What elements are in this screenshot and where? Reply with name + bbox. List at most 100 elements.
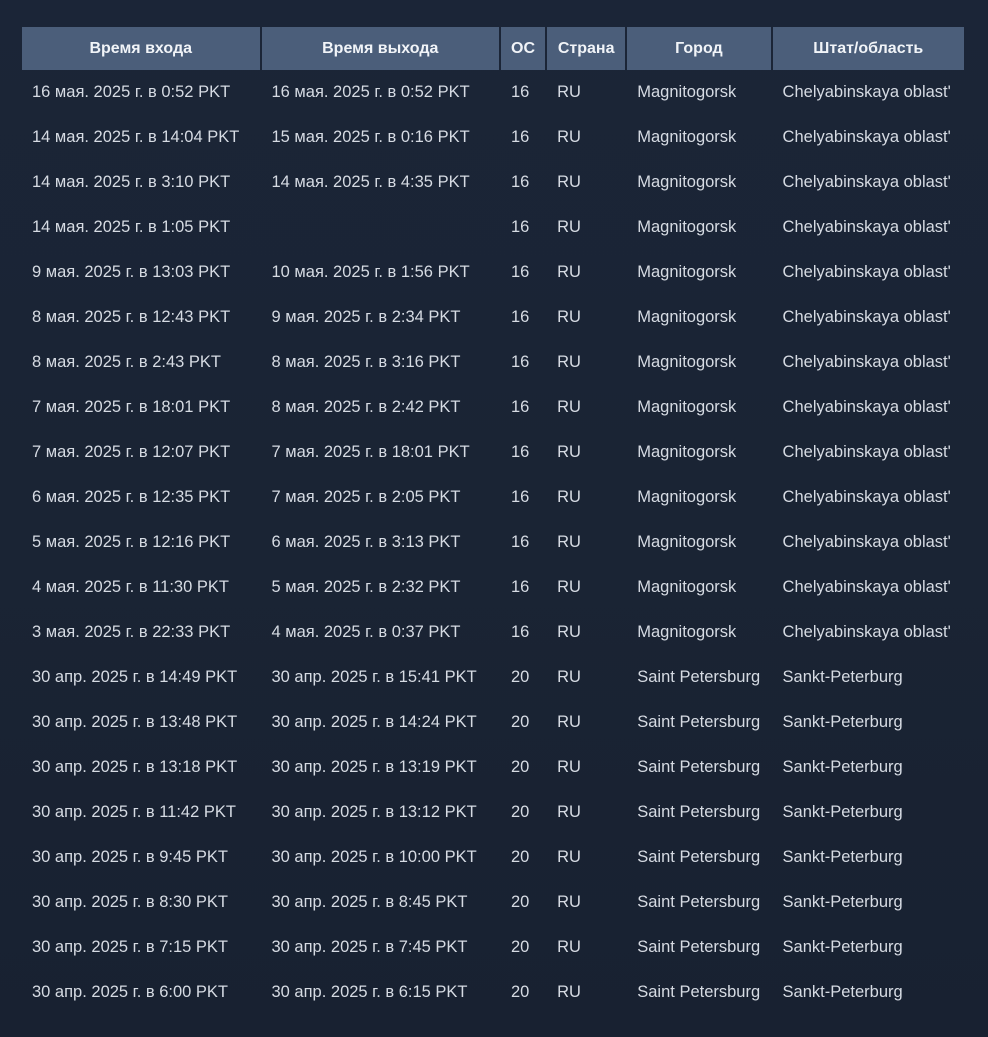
logout-time-cell: 6 мая. 2025 г. в 3:13 PKT xyxy=(271,533,461,551)
country-cell: RU xyxy=(557,983,581,1001)
logout-time-cell: 5 мая. 2025 г. в 2:32 PKT xyxy=(271,578,461,596)
region-cell: Chelyabinskaya oblast' xyxy=(782,398,951,416)
table-row: 8 мая. 2025 г. в 12:43 PKT 9 мая. 2025 г.… xyxy=(22,295,964,340)
region-cell: Chelyabinskaya oblast' xyxy=(782,443,951,461)
country-cell: RU xyxy=(557,713,581,731)
header-login-time: Время входа xyxy=(22,27,260,70)
city-cell: Magnitogorsk xyxy=(637,488,737,506)
country-cell: RU xyxy=(557,578,581,596)
city-cell: Magnitogorsk xyxy=(637,263,737,281)
login-time-cell: 30 апр. 2025 г. в 11:42 PKT xyxy=(32,803,236,821)
table-row: 16 мая. 2025 г. в 0:52 PKT 16 мая. 2025 г… xyxy=(22,70,964,115)
logout-time-cell xyxy=(262,205,500,250)
region-cell: Chelyabinskaya oblast' xyxy=(782,128,951,146)
city-cell: Magnitogorsk xyxy=(637,623,737,641)
table-row: 14 мая. 2025 г. в 14:04 PKT 15 мая. 2025 … xyxy=(22,115,964,160)
logout-time-cell: 8 мая. 2025 г. в 2:42 PKT xyxy=(271,398,461,416)
table-row: 3 мая. 2025 г. в 22:33 PKT 4 мая. 2025 г.… xyxy=(22,610,964,655)
table-row: 30 апр. 2025 г. в 13:48 PKT 30 апр. 2025 … xyxy=(22,700,964,745)
logout-time-cell: 30 апр. 2025 г. в 10:00 PKT xyxy=(271,848,477,866)
country-cell: RU xyxy=(557,443,581,461)
os-cell: 16 xyxy=(511,623,530,641)
region-cell: Sankt-Peterburg xyxy=(782,893,903,911)
login-time-cell: 14 мая. 2025 г. в 1:05 PKT xyxy=(32,218,231,236)
login-time-cell: 9 мая. 2025 г. в 13:03 PKT xyxy=(32,263,231,281)
os-cell: 16 xyxy=(511,218,530,236)
logout-time-cell: 4 мая. 2025 г. в 0:37 PKT xyxy=(271,623,461,641)
table-row: 6 мая. 2025 г. в 12:35 PKT 7 мая. 2025 г.… xyxy=(22,475,964,520)
os-cell: 16 xyxy=(511,173,530,191)
city-cell: Saint Petersburg xyxy=(637,938,761,956)
login-time-cell: 14 мая. 2025 г. в 3:10 PKT xyxy=(32,173,231,191)
table-header: Время входа Время выхода ОС Страна Город… xyxy=(22,27,964,70)
login-time-cell: 3 мая. 2025 г. в 22:33 PKT xyxy=(32,623,231,641)
city-cell: Magnitogorsk xyxy=(637,353,737,371)
os-cell: 20 xyxy=(511,803,530,821)
table-row: 8 мая. 2025 г. в 2:43 PKT 8 мая. 2025 г. … xyxy=(22,340,964,385)
region-cell: Chelyabinskaya oblast' xyxy=(782,308,951,326)
country-cell: RU xyxy=(557,308,581,326)
login-time-cell: 7 мая. 2025 г. в 12:07 PKT xyxy=(32,443,231,461)
table-row: 7 мая. 2025 г. в 12:07 PKT 7 мая. 2025 г.… xyxy=(22,430,964,475)
os-cell: 16 xyxy=(511,308,530,326)
os-cell: 20 xyxy=(511,758,530,776)
logout-time-cell: 7 мая. 2025 г. в 18:01 PKT xyxy=(271,443,470,461)
region-cell: Sankt-Peterburg xyxy=(782,848,903,866)
logout-time-cell: 30 апр. 2025 г. в 7:45 PKT xyxy=(271,938,468,956)
login-time-cell: 30 апр. 2025 г. в 14:49 PKT xyxy=(32,668,238,686)
os-cell: 16 xyxy=(511,488,530,506)
country-cell: RU xyxy=(557,128,581,146)
country-cell: RU xyxy=(557,623,581,641)
table-row: 4 мая. 2025 г. в 11:30 PKT 5 мая. 2025 г.… xyxy=(22,565,964,610)
country-cell: RU xyxy=(557,533,581,551)
login-history-table: Время входа Время выхода ОС Страна Город… xyxy=(20,27,966,1015)
city-cell: Magnitogorsk xyxy=(637,83,737,101)
country-cell: RU xyxy=(557,848,581,866)
region-cell: Chelyabinskaya oblast' xyxy=(782,173,951,191)
login-time-cell: 30 апр. 2025 г. в 7:15 PKT xyxy=(32,938,228,956)
country-cell: RU xyxy=(557,83,581,101)
region-cell: Chelyabinskaya oblast' xyxy=(782,218,951,236)
region-cell: Sankt-Peterburg xyxy=(782,803,903,821)
logout-time-cell: 30 апр. 2025 г. в 6:15 PKT xyxy=(271,983,468,1001)
country-cell: RU xyxy=(557,893,581,911)
logout-time-cell: 30 апр. 2025 г. в 8:45 PKT xyxy=(271,893,468,911)
city-cell: Saint Petersburg xyxy=(637,848,761,866)
header-logout-time: Время выхода xyxy=(261,27,499,70)
login-time-cell: 7 мая. 2025 г. в 18:01 PKT xyxy=(32,398,231,416)
region-cell: Chelyabinskaya oblast' xyxy=(782,623,951,641)
os-cell: 16 xyxy=(511,533,530,551)
city-cell: Magnitogorsk xyxy=(637,398,737,416)
logout-time-cell: 7 мая. 2025 г. в 2:05 PKT xyxy=(271,488,461,506)
city-cell: Magnitogorsk xyxy=(637,218,737,236)
table-row: 30 апр. 2025 г. в 8:30 PKT 30 апр. 2025 г… xyxy=(22,880,964,925)
os-cell: 20 xyxy=(511,893,530,911)
city-cell: Magnitogorsk xyxy=(637,533,737,551)
country-cell: RU xyxy=(557,173,581,191)
region-cell: Sankt-Peterburg xyxy=(782,983,903,1001)
region-cell: Sankt-Peterburg xyxy=(782,938,903,956)
os-cell: 20 xyxy=(511,938,530,956)
header-region: Штат/область xyxy=(772,27,964,70)
logout-time-cell: 14 мая. 2025 г. в 4:35 PKT xyxy=(271,173,470,191)
table-row: 30 апр. 2025 г. в 6:00 PKT 30 апр. 2025 г… xyxy=(22,970,964,1015)
city-cell: Magnitogorsk xyxy=(637,128,737,146)
city-cell: Saint Petersburg xyxy=(637,758,761,776)
city-cell: Saint Petersburg xyxy=(637,713,761,731)
login-time-cell: 30 апр. 2025 г. в 8:30 PKT xyxy=(32,893,228,911)
city-cell: Magnitogorsk xyxy=(637,173,737,191)
os-cell: 16 xyxy=(511,578,530,596)
login-time-cell: 30 апр. 2025 г. в 13:18 PKT xyxy=(32,758,238,776)
region-cell: Chelyabinskaya oblast' xyxy=(782,263,951,281)
os-cell: 16 xyxy=(511,128,530,146)
table-row: 30 апр. 2025 г. в 13:18 PKT 30 апр. 2025 … xyxy=(22,745,964,790)
city-cell: Magnitogorsk xyxy=(637,578,737,596)
city-cell: Magnitogorsk xyxy=(637,308,737,326)
country-cell: RU xyxy=(557,398,581,416)
logout-time-cell: 9 мая. 2025 г. в 2:34 PKT xyxy=(271,308,461,326)
table-row: 7 мая. 2025 г. в 18:01 PKT 8 мая. 2025 г.… xyxy=(22,385,964,430)
login-time-cell: 30 апр. 2025 г. в 6:00 PKT xyxy=(32,983,228,1001)
header-city: Город xyxy=(627,27,771,70)
city-cell: Magnitogorsk xyxy=(637,443,737,461)
city-cell: Saint Petersburg xyxy=(637,983,761,1001)
